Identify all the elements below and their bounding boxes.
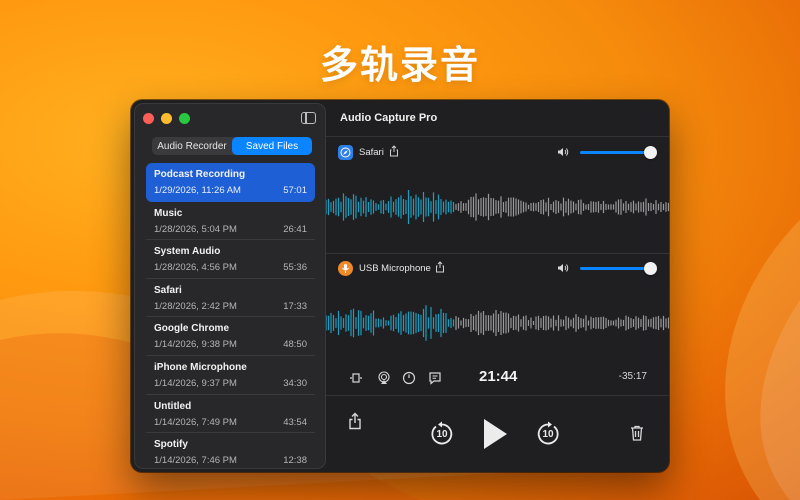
airplay-icon[interactable] (377, 371, 391, 385)
volume-slider-knob[interactable] (644, 262, 657, 275)
speed-icon[interactable] (402, 371, 416, 385)
mode-segmented-control: Audio Recorder Saved Files (152, 137, 312, 155)
track-name: USB Microphone (359, 263, 431, 274)
file-date: 1/28/2026, 5:04 PM (154, 223, 237, 235)
skip-forward-label: 10 (542, 429, 554, 440)
transcript-icon[interactable] (428, 371, 442, 385)
volume-icon (558, 264, 569, 272)
file-duration: 17:33 (283, 300, 307, 312)
file-date: 1/14/2026, 7:49 PM (154, 416, 237, 428)
tab-saved-files[interactable]: Saved Files (232, 137, 312, 155)
close-window-button[interactable] (143, 113, 154, 124)
waveform-usb-microphone[interactable] (326, 283, 669, 363)
share-track-icon[interactable] (435, 261, 445, 273)
volume-slider-track[interactable] (580, 151, 652, 154)
file-date: 1/14/2026, 9:37 PM (154, 377, 237, 389)
file-date: 1/14/2026, 7:46 PM (154, 455, 237, 467)
play-icon[interactable] (482, 418, 508, 450)
skip-forward-10-icon[interactable]: 10 (536, 421, 560, 447)
file-duration: 43:54 (283, 416, 307, 428)
maximize-window-button[interactable] (179, 113, 190, 124)
file-duration: 55:36 (283, 262, 307, 274)
file-date: 1/29/2026, 11:26 AM (154, 185, 241, 196)
file-item-spotify[interactable]: Spotify 1/14/2026, 7:46 PM 12:38 (146, 433, 315, 468)
sidebar-toggle-icon[interactable] (301, 112, 316, 124)
file-name: Spotify (154, 439, 188, 451)
trim-icon[interactable] (349, 371, 363, 385)
file-duration: 12:38 (283, 455, 307, 467)
file-item-system-audio[interactable]: System Audio 1/28/2026, 4:56 PM 55:36 (146, 240, 315, 279)
microphone-icon (338, 261, 353, 276)
file-item-safari[interactable]: Safari 1/28/2026, 2:42 PM 17:33 (146, 279, 315, 318)
file-name: System Audio (154, 246, 221, 258)
file-name: Safari (154, 284, 182, 296)
file-name: Untitled (154, 400, 192, 412)
track-safari: Safari (326, 137, 669, 253)
skip-back-10-icon[interactable]: 10 (430, 421, 454, 447)
file-date: 1/28/2026, 2:42 PM (154, 300, 237, 312)
file-name: iPhone Microphone (154, 361, 247, 373)
tab-audio-recorder[interactable]: Audio Recorder (152, 137, 232, 155)
waveform-safari[interactable] (326, 167, 669, 247)
file-duration: 57:01 (283, 185, 307, 196)
file-item-google-chrome[interactable]: Google Chrome 1/14/2026, 9:38 PM 48:50 (146, 317, 315, 356)
file-duration: 48:50 (283, 339, 307, 351)
player-panel: Audio Capture Pro Safari USB Microphone (326, 100, 669, 472)
remaining-time: -35:17 (618, 371, 647, 382)
trash-icon[interactable] (630, 425, 644, 441)
share-icon[interactable] (348, 412, 362, 430)
headline: 多轨录音 (319, 43, 480, 87)
volume-icon (558, 148, 569, 156)
volume-slider-track[interactable] (580, 267, 652, 270)
file-item-iphone-microphone[interactable]: iPhone Microphone 1/14/2026, 9:37 PM 34:3… (146, 356, 315, 395)
app-title: Audio Capture Pro (340, 112, 438, 124)
file-item-untitled[interactable]: Untitled 1/14/2026, 7:49 PM 43:54 (146, 395, 315, 434)
window-controls (143, 113, 190, 124)
file-name: Google Chrome (154, 323, 230, 335)
file-duration: 34:30 (283, 377, 307, 389)
file-name: Music (154, 207, 183, 219)
volume-slider-knob[interactable] (644, 146, 657, 159)
track-name: Safari (359, 147, 384, 158)
file-item-music[interactable]: Music 1/28/2026, 5:04 PM 26:41 (146, 202, 315, 241)
file-date: 1/28/2026, 4:56 PM (154, 262, 237, 274)
safari-compass-icon (338, 145, 353, 160)
skip-back-label: 10 (436, 429, 448, 440)
file-duration: 26:41 (283, 223, 307, 235)
sidebar: Audio Recorder Saved Files Podcast Recor… (134, 103, 326, 469)
track-usb-microphone: USB Microphone (326, 253, 669, 369)
current-time: 21:44 (479, 368, 518, 385)
file-item-podcast-recording[interactable]: Podcast Recording 1/29/2026, 11:26 AM 57:… (146, 163, 315, 202)
player-tools: 21:44 -35:17 (326, 366, 669, 390)
saved-files-list: Podcast Recording 1/29/2026, 11:26 AM 57:… (146, 163, 315, 468)
minimize-window-button[interactable] (161, 113, 172, 124)
file-name: Podcast Recording (154, 169, 246, 180)
share-track-icon[interactable] (389, 145, 399, 157)
file-date: 1/14/2026, 9:38 PM (154, 339, 237, 351)
divider (326, 395, 669, 396)
app-window: Audio Recorder Saved Files Podcast Recor… (131, 100, 669, 472)
